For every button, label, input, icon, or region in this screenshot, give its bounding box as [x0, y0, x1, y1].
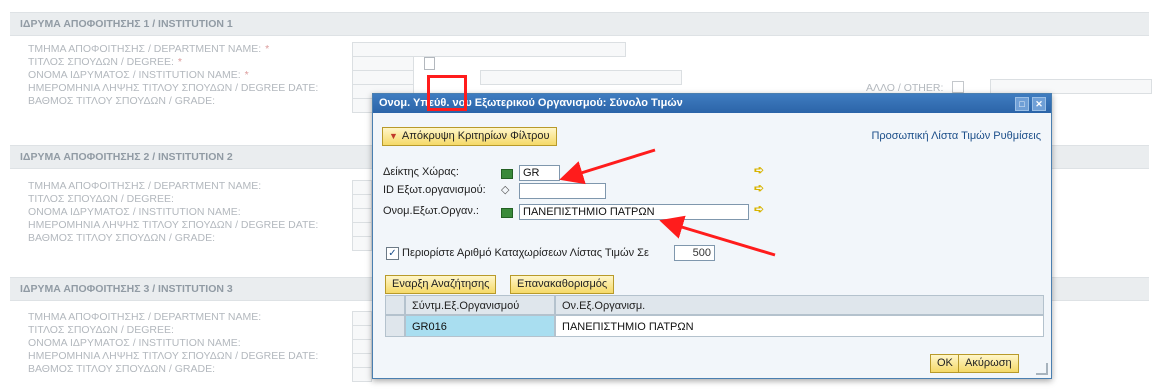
- annotation-arrows: [559, 148, 776, 257]
- annotation-arrow: [659, 215, 776, 257]
- annotation-arrow: [559, 148, 656, 185]
